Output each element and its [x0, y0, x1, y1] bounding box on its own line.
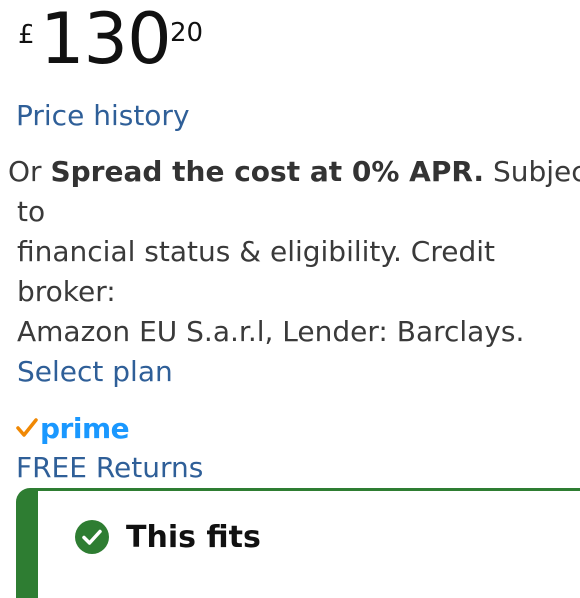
- prime-badge: prime: [16, 408, 130, 448]
- price-history-link[interactable]: Price history: [16, 96, 190, 136]
- financing-line-2: to: [17, 195, 46, 228]
- financing-line-3: financial status & eligibility. Credit: [17, 235, 495, 268]
- financing-line-5: Amazon EU S.a.r.l, Lender: Barclays.: [17, 315, 525, 348]
- financing-highlight: Spread the cost at 0% APR.: [50, 155, 485, 188]
- fit-label: This fits: [126, 519, 261, 555]
- financing-subject: Subject: [492, 155, 580, 188]
- financing-line-1: Or Spread the cost at 0% APR. Subject: [8, 152, 580, 192]
- fit-confirmation-card: This fits: [16, 488, 580, 598]
- prime-label: prime: [40, 411, 130, 445]
- free-returns-link[interactable]: FREE Returns: [16, 448, 203, 488]
- price-fraction: 20: [170, 18, 204, 48]
- check-circle-icon: [74, 519, 110, 555]
- price-whole: 130: [40, 0, 172, 80]
- financing-info: Or Spread the cost at 0% APR. Subject to…: [8, 152, 580, 392]
- select-plan-link[interactable]: Select plan: [8, 352, 580, 392]
- fit-confirmation: This fits: [74, 519, 261, 555]
- financing-prefix: Or: [8, 155, 51, 188]
- financing-line-4: broker:: [17, 275, 116, 308]
- price-currency-symbol: £: [18, 20, 35, 50]
- prime-check-icon: [16, 417, 38, 439]
